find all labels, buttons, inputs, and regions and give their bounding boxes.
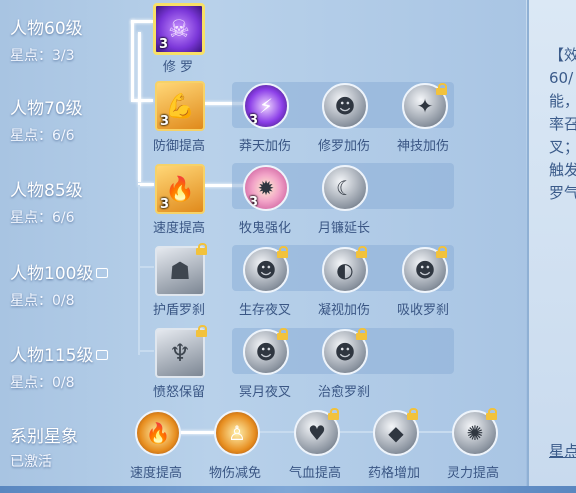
- skill-label: 生存夜叉: [238, 303, 291, 318]
- star-points-footer: 星点: [549, 442, 576, 460]
- skill-defense-up[interactable]: 💪 3: [155, 81, 205, 131]
- skill-label: 神技加伤: [396, 139, 449, 154]
- description-line: 60/: [549, 69, 574, 87]
- skill-label: 冥月夜叉: [238, 385, 291, 400]
- lock-icon: [328, 408, 339, 420]
- skill-speed-up[interactable]: 🔥 3: [155, 164, 205, 214]
- skill-level: 3: [159, 37, 169, 52]
- description-line: 触发: [549, 161, 576, 179]
- row-label-60: 人物60级 星点：3/3: [10, 14, 83, 65]
- row-label-85: 人物85级 星点：6/6: [10, 176, 83, 227]
- skill-label: 凝视加伤: [317, 303, 370, 318]
- row-title: 人物60级: [10, 19, 83, 39]
- skill-asura[interactable]: ☠ 3: [153, 3, 205, 55]
- lock-icon: [407, 408, 418, 420]
- lock-icon: [196, 243, 207, 255]
- skill-mangtian-damage[interactable]: ⚡ 3: [243, 83, 289, 129]
- series-label-item: 物伤减免: [208, 466, 261, 481]
- row-stars: 星点：3/3: [10, 48, 75, 64]
- connector-line: [138, 32, 141, 182]
- skill-label: 愤怒保留: [152, 385, 205, 400]
- connector-line: [131, 20, 153, 23]
- skill-label: 修罗加伤: [317, 139, 370, 154]
- skill-moon-scythe[interactable]: ☾: [322, 165, 368, 211]
- row-title: 人物100级: [10, 264, 94, 284]
- lock-icon: [436, 83, 447, 95]
- row-label-100: 人物100级 星点：0/8: [10, 259, 109, 310]
- lock-icon: [486, 408, 497, 420]
- skill-label: 莽天加伤: [238, 139, 291, 154]
- crescent-blade-icon: ☾: [336, 176, 354, 200]
- skill-label: 修 罗: [162, 60, 194, 75]
- connector-line: [138, 183, 154, 186]
- skill-label: 牧鬼强化: [238, 221, 291, 236]
- flaming-boot-icon: 🔥: [145, 421, 171, 445]
- lock-icon: [196, 325, 207, 337]
- lock-icon: [356, 328, 367, 340]
- description-line: 罗气: [549, 184, 576, 202]
- row-stars: 星点：0/8: [10, 375, 75, 391]
- demon-face-icon: ☻: [334, 94, 356, 118]
- row-label-70: 人物70级 星点：6/6: [10, 94, 83, 145]
- series-label: 系别星象 已激活: [10, 422, 78, 471]
- row-title: 人物85级: [10, 181, 83, 201]
- skill-asura-damage[interactable]: ☻: [322, 83, 368, 129]
- connector-line: [138, 350, 154, 352]
- lock-icon: [277, 328, 288, 340]
- series-physical-reduction[interactable]: ♙: [214, 410, 260, 456]
- skill-level: 3: [160, 197, 170, 212]
- golden-body-icon: ♙: [228, 421, 246, 445]
- skill-label: 吸收罗刹: [396, 303, 449, 318]
- row-stars: 星点：6/6: [10, 210, 75, 226]
- skill-label: 月镰延长: [317, 221, 370, 236]
- row-title: 人物115级: [10, 346, 94, 366]
- skill-label: 护盾罗刹: [152, 303, 205, 318]
- row-title: 人物70级: [10, 99, 83, 119]
- connector-line: [138, 266, 154, 268]
- skill-ghost-herding[interactable]: ✹ 3: [243, 165, 289, 211]
- skill-level: 3: [249, 195, 259, 210]
- description-line: 叉；: [549, 138, 576, 156]
- bottom-border: [0, 486, 576, 493]
- skill-level: 3: [160, 114, 170, 129]
- series-label-item: 药格增加: [367, 466, 420, 481]
- connector-line: [138, 185, 140, 355]
- description-line: 能，: [549, 92, 576, 110]
- series-status: 已激活: [10, 454, 52, 470]
- skill-label: 防御提高: [152, 139, 205, 154]
- series-label-item: 气血提高: [288, 466, 341, 481]
- row-stars: 星点：6/6: [10, 128, 75, 144]
- connector-line: [178, 431, 218, 434]
- description-panel: 【效 60/ 能， 率召 叉； 触发 罗气 星点: [527, 0, 576, 493]
- description-line: 【效: [549, 46, 576, 64]
- row-stars: 星点：0/8: [10, 293, 75, 309]
- lock-icon: [356, 246, 367, 258]
- lock-icon: [96, 350, 109, 360]
- description-line: 率召: [549, 115, 576, 133]
- row-label-115: 人物115级 星点：0/8: [10, 341, 109, 392]
- skill-label: 治愈罗刹: [317, 385, 370, 400]
- connector-line: [131, 99, 153, 102]
- series-label-item: 灵力提高: [446, 466, 499, 481]
- skill-label: 速度提高: [152, 221, 205, 236]
- series-label-item: 速度提高: [129, 466, 182, 481]
- skill-level: 3: [249, 113, 259, 128]
- series-speed-up[interactable]: 🔥: [135, 410, 181, 456]
- lock-icon: [96, 268, 109, 278]
- lock-icon: [277, 246, 288, 258]
- lock-icon: [436, 246, 447, 258]
- series-title: 系别星象: [10, 427, 78, 447]
